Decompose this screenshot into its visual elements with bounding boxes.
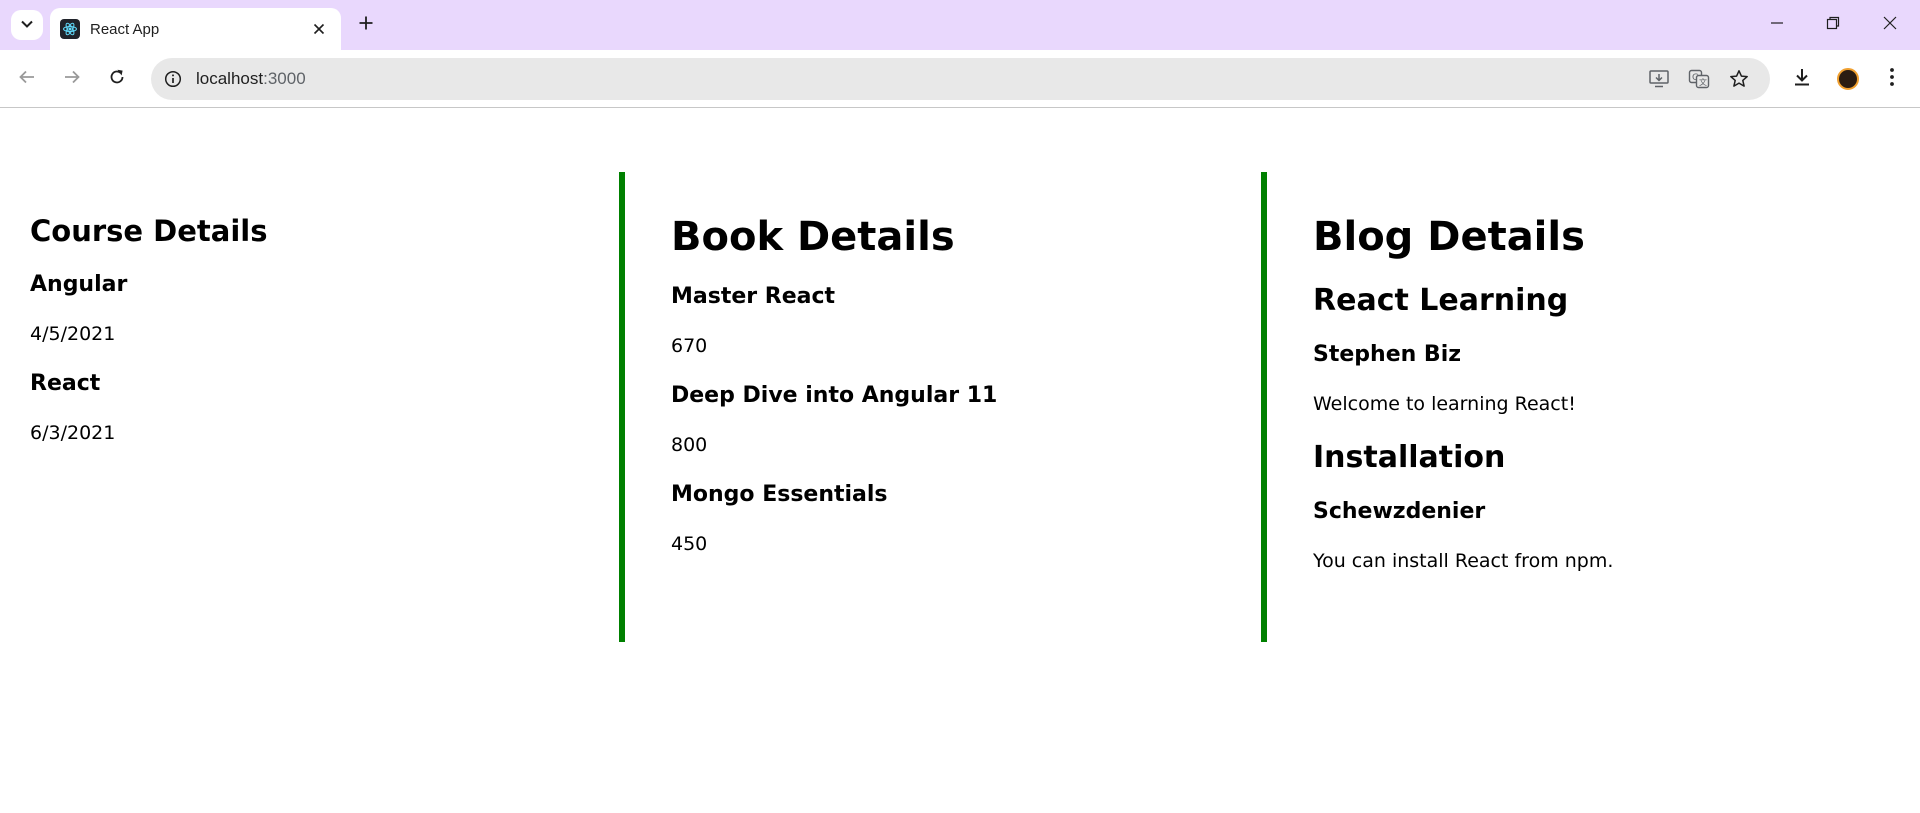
book-name: Deep Dive into Angular 11 bbox=[671, 383, 998, 408]
blog-content: Welcome to learning React! bbox=[1313, 393, 1576, 415]
install-app-icon[interactable] bbox=[1646, 67, 1672, 91]
course-details-section: Course Details Angular 4/5/2021 React 6/… bbox=[30, 172, 620, 642]
url-text[interactable]: localhost:3000 bbox=[196, 69, 306, 89]
plus-icon bbox=[358, 15, 374, 35]
profile-button[interactable] bbox=[1831, 62, 1865, 96]
blog-details-section: Blog Details React Learning Stephen Biz … bbox=[1261, 172, 1901, 642]
book-name: Master React bbox=[671, 284, 836, 309]
blog-title: React Learning bbox=[1313, 283, 1569, 318]
window-close-icon bbox=[1883, 15, 1897, 34]
blog-author: Stephen Biz bbox=[1313, 342, 1462, 367]
course-date: 4/5/2021 bbox=[30, 323, 116, 345]
forward-arrow-icon bbox=[63, 68, 81, 90]
blog-title: Installation bbox=[1313, 440, 1506, 475]
window-close-button[interactable] bbox=[1868, 6, 1912, 42]
book-item: Mongo Essentials 450 bbox=[671, 480, 1261, 556]
download-icon bbox=[1792, 67, 1812, 91]
book-price: 450 bbox=[671, 533, 708, 555]
back-button[interactable] bbox=[10, 62, 44, 96]
forward-button[interactable] bbox=[55, 62, 89, 96]
blog-content: You can install React from npm. bbox=[1313, 550, 1614, 572]
blog-author: Schewzdenier bbox=[1313, 499, 1486, 524]
book-price: 670 bbox=[671, 335, 708, 357]
blog-item: Installation Schewzdenier You can instal… bbox=[1313, 439, 1901, 573]
course-details-heading: Course Details bbox=[30, 214, 268, 248]
course-item: React 6/3/2021 bbox=[30, 369, 620, 445]
book-details-heading: Book Details bbox=[671, 214, 955, 260]
reload-button[interactable] bbox=[100, 62, 134, 96]
download-button[interactable] bbox=[1785, 62, 1819, 96]
minimize-icon bbox=[1770, 15, 1784, 34]
more-vert-icon bbox=[1889, 67, 1895, 91]
book-item: Master React 670 bbox=[671, 282, 1261, 358]
close-icon[interactable] bbox=[305, 15, 333, 43]
course-name: React bbox=[30, 371, 101, 396]
reload-icon bbox=[108, 68, 126, 90]
course-date: 6/3/2021 bbox=[30, 422, 116, 444]
book-name: Mongo Essentials bbox=[671, 482, 888, 507]
back-arrow-icon bbox=[18, 68, 36, 90]
book-price: 800 bbox=[671, 434, 708, 456]
blog-item: React Learning Stephen Biz Welcome to le… bbox=[1313, 282, 1901, 416]
tab-search-icon bbox=[20, 16, 34, 35]
course-name: Angular bbox=[30, 272, 128, 297]
restore-icon bbox=[1826, 15, 1840, 34]
react-favicon-icon bbox=[60, 19, 80, 39]
menu-button[interactable] bbox=[1875, 62, 1909, 96]
tab-search-button[interactable] bbox=[11, 10, 43, 40]
bookmark-star-icon[interactable] bbox=[1726, 67, 1752, 91]
book-details-section: Book Details Master React 670 Deep Dive … bbox=[619, 172, 1261, 642]
tab-title: React App bbox=[90, 20, 160, 38]
address-bar[interactable]: localhost:3000 G文 bbox=[151, 58, 1770, 100]
tab-react-app[interactable]: React App bbox=[50, 8, 341, 50]
svg-text:文: 文 bbox=[1699, 77, 1707, 87]
restore-button[interactable] bbox=[1811, 6, 1855, 42]
url-port: :3000 bbox=[263, 69, 306, 88]
course-item: Angular 4/5/2021 bbox=[30, 270, 620, 346]
tab-strip: React App bbox=[0, 0, 1920, 50]
minimize-button[interactable] bbox=[1755, 6, 1799, 42]
url-host: localhost bbox=[196, 69, 264, 88]
blog-details-heading: Blog Details bbox=[1313, 214, 1585, 260]
avatar bbox=[1837, 68, 1859, 90]
page-content: Course Details Angular 4/5/2021 React 6/… bbox=[0, 172, 1920, 642]
translate-icon[interactable]: G文 bbox=[1686, 67, 1712, 91]
info-icon[interactable] bbox=[161, 67, 185, 91]
browser-toolbar: localhost:3000 G文 bbox=[0, 50, 1920, 108]
new-tab-button[interactable] bbox=[351, 10, 381, 40]
book-item: Deep Dive into Angular 11 800 bbox=[671, 381, 1261, 457]
